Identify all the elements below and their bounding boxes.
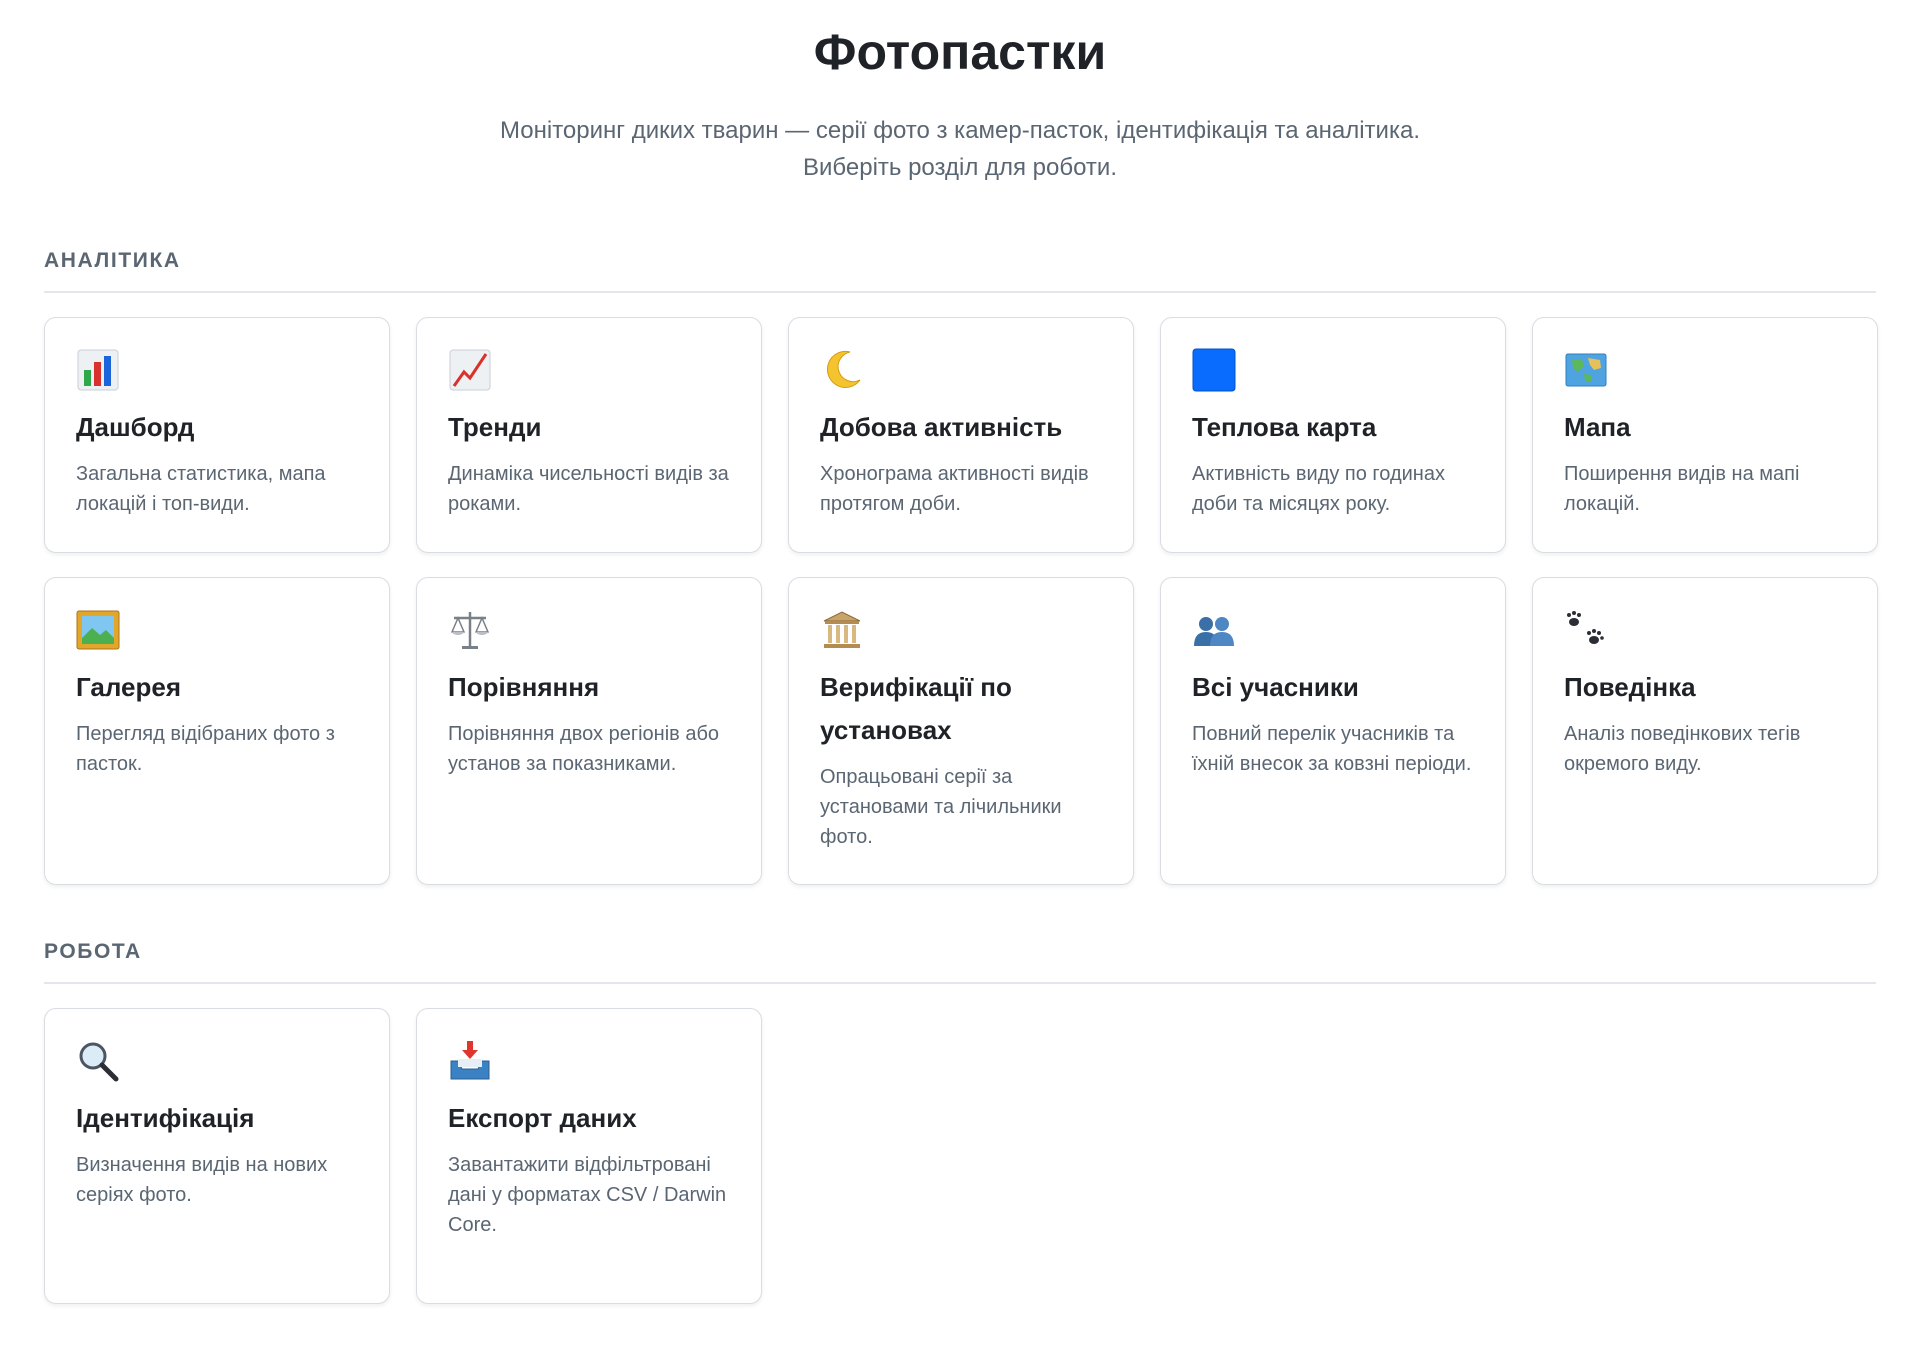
section-title-analytics: АНАЛІТИКА xyxy=(44,249,1876,293)
card-data-export[interactable]: Експорт даних Завантажити відфільтровані… xyxy=(416,1008,762,1304)
card-description: Перегляд відібраних фото з пасток. xyxy=(76,723,335,775)
card-gallery[interactable]: Галерея Перегляд відібраних фото з пасто… xyxy=(44,577,390,885)
card-description: Поширення видів на мапі локацій. xyxy=(1564,463,1800,515)
card-behavior[interactable]: Поведінка Аналіз поведінкових тегів окре… xyxy=(1532,577,1878,885)
card-heatmap[interactable]: Теплова карта Активність виду по годинах… xyxy=(1160,317,1506,553)
card-title: Порівняння xyxy=(448,672,600,702)
card-description: Повний перелік учасників та їхній внесок… xyxy=(1192,723,1472,775)
card-title: Галерея xyxy=(76,672,182,702)
blue-square-icon xyxy=(1192,348,1236,392)
framed-picture-icon xyxy=(76,608,120,652)
analytics-cards-row-1: Дашборд Загальна статистика, мапа локаці… xyxy=(44,317,1878,553)
balance-scale-icon xyxy=(448,608,492,652)
card-identification[interactable]: Ідентифікація Визначення видів на нових … xyxy=(44,1008,390,1304)
card-description: Аналіз поведінкових тегів окремого виду. xyxy=(1564,723,1801,775)
card-description: Визначення видів на нових серіях фото. xyxy=(76,1154,328,1206)
card-title: Дашборд xyxy=(76,412,195,442)
card-comparison[interactable]: Порівняння Порівняння двох регіонів або … xyxy=(416,577,762,885)
moon-icon xyxy=(820,348,864,392)
card-description: Хронограма активності видів протягом доб… xyxy=(820,463,1089,515)
card-title: Експорт даних xyxy=(448,1103,637,1133)
card-title: Поведінка xyxy=(1564,672,1696,702)
work-cards-row: Ідентифікація Визначення видів на нових … xyxy=(44,1008,1876,1304)
paw-prints-icon xyxy=(1564,608,1608,652)
page-header: Фотопастки Моніторинг диких тварин — сер… xyxy=(44,0,1876,186)
card-title: Ідентифікація xyxy=(76,1103,255,1133)
card-trends[interactable]: Тренди Динаміка чисельності видів за рок… xyxy=(416,317,762,553)
card-description: Активність виду по годинах доби та місяц… xyxy=(1192,463,1445,515)
card-verifications-by-institution[interactable]: Верифікації по установах Опрацьовані сер… xyxy=(788,577,1134,885)
analytics-cards-row-2: Галерея Перегляд відібраних фото з пасто… xyxy=(44,577,1878,885)
subtitle-line-2: Виберіть розділ для роботи. xyxy=(803,154,1117,181)
people-icon xyxy=(1192,608,1236,652)
section-title-work: РОБОТА xyxy=(44,940,1876,984)
world-map-icon xyxy=(1564,348,1608,392)
work-section: РОБОТА Ідентифікація Визначення видів на… xyxy=(44,940,1876,1304)
card-title: Всі учасники xyxy=(1192,672,1359,702)
inbox-download-icon xyxy=(448,1039,492,1083)
card-daily-activity[interactable]: Добова активність Хронограма активності … xyxy=(788,317,1134,553)
analytics-section: АНАЛІТИКА Дашборд Загальна статистика, м… xyxy=(44,249,1878,885)
card-description: Порівняння двох регіонів або установ за … xyxy=(448,723,720,775)
card-all-participants[interactable]: Всі учасники Повний перелік учасників та… xyxy=(1160,577,1506,885)
card-description: Завантажити відфільтровані дані у формат… xyxy=(448,1154,727,1236)
trend-chart-icon xyxy=(448,348,492,392)
subtitle-line-1: Моніторинг диких тварин — серії фото з к… xyxy=(500,117,1420,144)
page-subtitle: Моніторинг диких тварин — серії фото з к… xyxy=(44,112,1876,186)
institution-building-icon xyxy=(820,608,864,652)
magnifier-icon xyxy=(76,1039,120,1083)
card-description: Опрацьовані серії за установами та лічил… xyxy=(820,766,1062,848)
card-title: Мапа xyxy=(1564,412,1631,442)
card-description: Загальна статистика, мапа локацій і топ-… xyxy=(76,463,326,515)
home-page: Фотопастки Моніторинг диких тварин — сер… xyxy=(0,0,1920,1349)
card-title: Тренди xyxy=(448,412,542,442)
card-title: Добова активність xyxy=(820,412,1063,442)
card-title: Верифікації по установах xyxy=(820,672,1012,745)
card-dashboard[interactable]: Дашборд Загальна статистика, мапа локаці… xyxy=(44,317,390,553)
card-map[interactable]: Мапа Поширення видів на мапі локацій. xyxy=(1532,317,1878,553)
card-title: Теплова карта xyxy=(1192,412,1377,442)
card-description: Динаміка чисельності видів за роками. xyxy=(448,463,729,515)
page-title: Фотопастки xyxy=(813,24,1107,80)
bar-chart-icon xyxy=(76,348,120,392)
